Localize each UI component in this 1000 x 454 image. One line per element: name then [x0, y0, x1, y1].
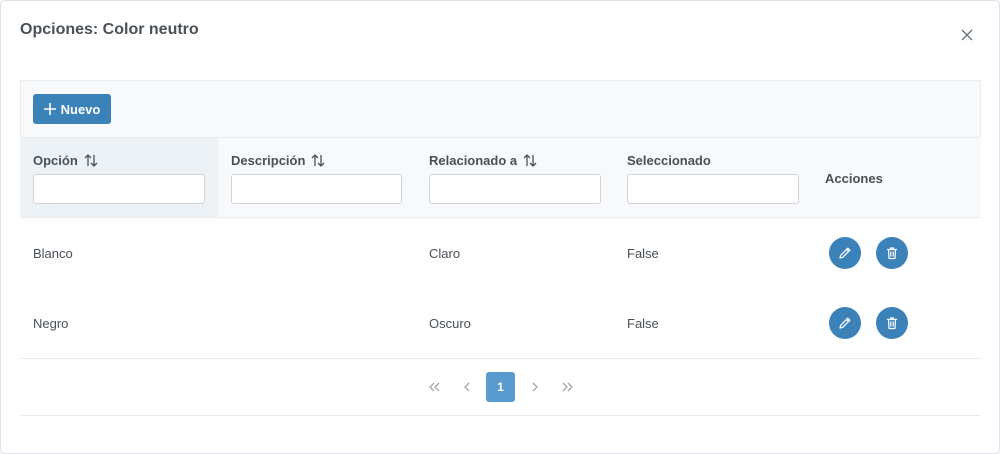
column-label-seleccionado: Seleccionado: [627, 153, 711, 168]
chevrons-right-icon: [562, 382, 573, 392]
delete-button[interactable]: [876, 237, 908, 269]
filter-input-descripcion[interactable]: [231, 174, 402, 204]
dialog-title: Opciones: Color neutro: [20, 21, 199, 38]
cell-seleccionado: False: [627, 315, 659, 331]
column-label-descripcion: Descripción: [231, 153, 306, 168]
cell-relacionado: Claro: [429, 245, 461, 261]
sort-icon[interactable]: [84, 154, 98, 167]
new-button-label: Nuevo: [60, 101, 101, 117]
table-row[interactable]: Negro Oscuro False: [20, 288, 981, 359]
column-label-acciones: Acciones: [825, 171, 883, 186]
sort-icon[interactable]: [523, 154, 537, 167]
trash-icon: [887, 317, 897, 330]
column-label-relacionado: Relacionado a: [429, 153, 518, 168]
pencil-icon: [839, 317, 851, 329]
table-toolbar: Nuevo: [20, 80, 981, 138]
table-row[interactable]: Blanco Claro False: [20, 218, 981, 289]
cell-opcion: Blanco: [33, 245, 73, 261]
chevrons-left-icon: [428, 382, 439, 392]
prev-page-button[interactable]: [452, 372, 481, 402]
edit-button[interactable]: [829, 237, 861, 269]
column-label-opcion: Opción: [33, 153, 78, 168]
cell-descripcion: [218, 218, 416, 288]
column-header-seleccionado: Seleccionado: [614, 138, 812, 217]
cell-descripcion: [218, 288, 416, 358]
options-dialog: Opciones: Color neutro Nuevo Opción Desc…: [0, 0, 1000, 454]
close-button[interactable]: [955, 23, 979, 47]
page-button-current[interactable]: 1: [486, 372, 515, 402]
edit-button[interactable]: [829, 307, 861, 339]
close-icon: [961, 29, 973, 41]
last-page-button[interactable]: [553, 372, 582, 402]
pencil-icon: [839, 247, 851, 259]
cell-opcion: Negro: [33, 315, 69, 331]
column-header-acciones: Acciones: [812, 138, 981, 217]
sort-icon[interactable]: [311, 154, 325, 167]
delete-button[interactable]: [876, 307, 908, 339]
table-header: Opción Descripción Relacionado a Selecci…: [20, 138, 981, 218]
column-header-opcion[interactable]: Opción: [20, 138, 218, 217]
trash-icon: [887, 247, 897, 260]
next-page-button[interactable]: [520, 372, 549, 402]
filter-input-opcion[interactable]: [33, 174, 205, 204]
chevron-right-icon: [532, 382, 538, 392]
column-header-descripcion[interactable]: Descripción: [218, 138, 416, 217]
plus-icon: [43, 103, 56, 115]
dialog-header: Opciones: Color neutro: [1, 1, 1000, 61]
paginator: 1: [20, 359, 981, 416]
cell-relacionado: Oscuro: [429, 315, 471, 331]
first-page-button[interactable]: [419, 372, 448, 402]
filter-input-seleccionado[interactable]: [627, 174, 799, 204]
new-button[interactable]: Nuevo: [33, 94, 111, 124]
column-header-relacionado[interactable]: Relacionado a: [416, 138, 614, 217]
cell-seleccionado: False: [627, 245, 659, 261]
filter-input-relacionado[interactable]: [429, 174, 601, 204]
chevron-left-icon: [463, 382, 469, 392]
